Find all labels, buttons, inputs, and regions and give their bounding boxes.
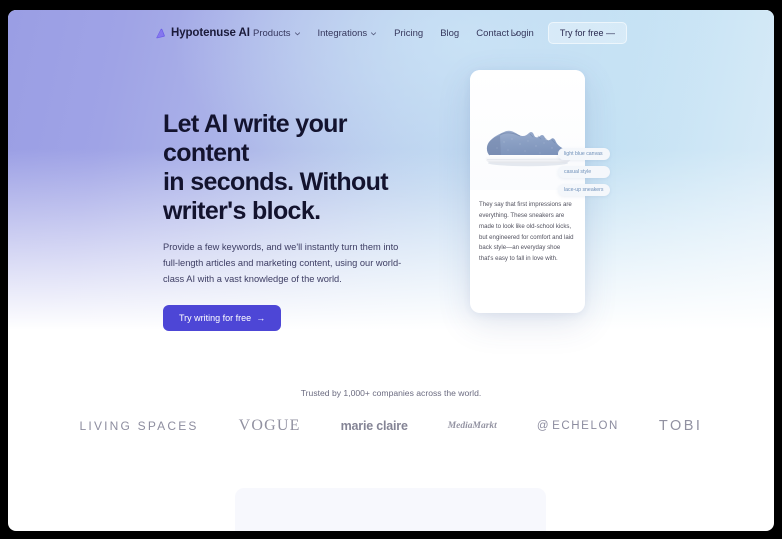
- hero-try-writing-for-free-button[interactable]: Try writing for free →: [163, 304, 282, 331]
- arrow-right-icon: →: [256, 312, 266, 323]
- nav-item-products[interactable]: Products: [253, 28, 301, 39]
- nav-item-contact-label: Contact: [476, 27, 509, 39]
- brand-logo-link[interactable]: Hypotenuse AI: [155, 27, 250, 39]
- next-section-panel: [235, 488, 546, 531]
- nav-links-group: Products Integrations Pricing Blog Conta…: [253, 28, 519, 39]
- nav-item-integrations[interactable]: Integrations: [318, 28, 378, 39]
- browser-window-frame: Hypotenuse AI Products Integrations Pric…: [0, 0, 782, 539]
- hero-copy-block: Let AI write your content in seconds. Wi…: [163, 110, 413, 331]
- nav-item-blog[interactable]: Blog: [440, 28, 459, 39]
- hero-cta-label: Try writing for free: [179, 312, 252, 323]
- nav-item-blog-label: Blog: [440, 27, 460, 39]
- customer-logo-living-spaces[interactable]: LIVING SPACES: [80, 419, 199, 433]
- social-proof-section: Trusted by 1,000+ companies across the w…: [8, 388, 774, 435]
- hero-headline: Let AI write your content in seconds. Wi…: [163, 110, 389, 225]
- product-tag-3[interactable]: lace-up sneakers: [558, 184, 610, 196]
- customer-logo-mediamarkt[interactable]: MediaMarkt: [448, 421, 497, 431]
- product-tag-list: light blue canvas casual style lace-up s…: [558, 148, 610, 196]
- trusted-by-text: Trusted by 1,000+ companies across the w…: [300, 388, 482, 398]
- product-preview-card: light blue canvas casual style lace-up s…: [470, 70, 610, 313]
- page-viewport: Hypotenuse AI Products Integrations Pric…: [8, 10, 774, 531]
- brand-name-text: Hypotenuse AI: [171, 27, 250, 39]
- hero-subheadline: Provide a few keywords, and we'll instan…: [163, 242, 402, 284]
- at-symbol-icon: @: [536, 420, 551, 432]
- nav-item-integrations-label: Integrations: [317, 27, 368, 39]
- nav-item-products-label: Products: [253, 27, 291, 39]
- customer-logo-echelon[interactable]: @ ECHELON: [537, 420, 619, 432]
- customer-logo-marie-claire[interactable]: marie claire: [341, 419, 408, 433]
- chevron-down-icon: [370, 30, 377, 37]
- product-tag-2[interactable]: casual style: [558, 166, 610, 178]
- login-link[interactable]: Login: [511, 28, 534, 39]
- nav-try-for-free-button[interactable]: Try for free —: [547, 22, 627, 44]
- nav-item-pricing-label: Pricing: [394, 27, 424, 39]
- customer-logo-vogue[interactable]: VOGUE: [239, 417, 301, 435]
- customer-logo-row: LIVING SPACES VOGUE marie claire MediaMa…: [8, 417, 774, 435]
- nav-item-pricing[interactable]: Pricing: [394, 28, 423, 39]
- product-tag-1[interactable]: light blue canvas: [558, 148, 610, 160]
- product-card-body: They say that first impressions are ever…: [470, 190, 585, 265]
- main-navigation-bar: Hypotenuse AI Products Integrations Pric…: [8, 10, 774, 56]
- chevron-down-icon: [294, 30, 301, 37]
- product-description-text: They say that first impressions are ever…: [479, 201, 574, 263]
- customer-logo-tobi[interactable]: TOBI: [659, 418, 703, 434]
- nav-actions-group: Login Try for free —: [511, 22, 627, 44]
- hypotenuse-triangle-logo-icon: [155, 28, 166, 39]
- customer-logo-echelon-label: ECHELON: [552, 420, 619, 432]
